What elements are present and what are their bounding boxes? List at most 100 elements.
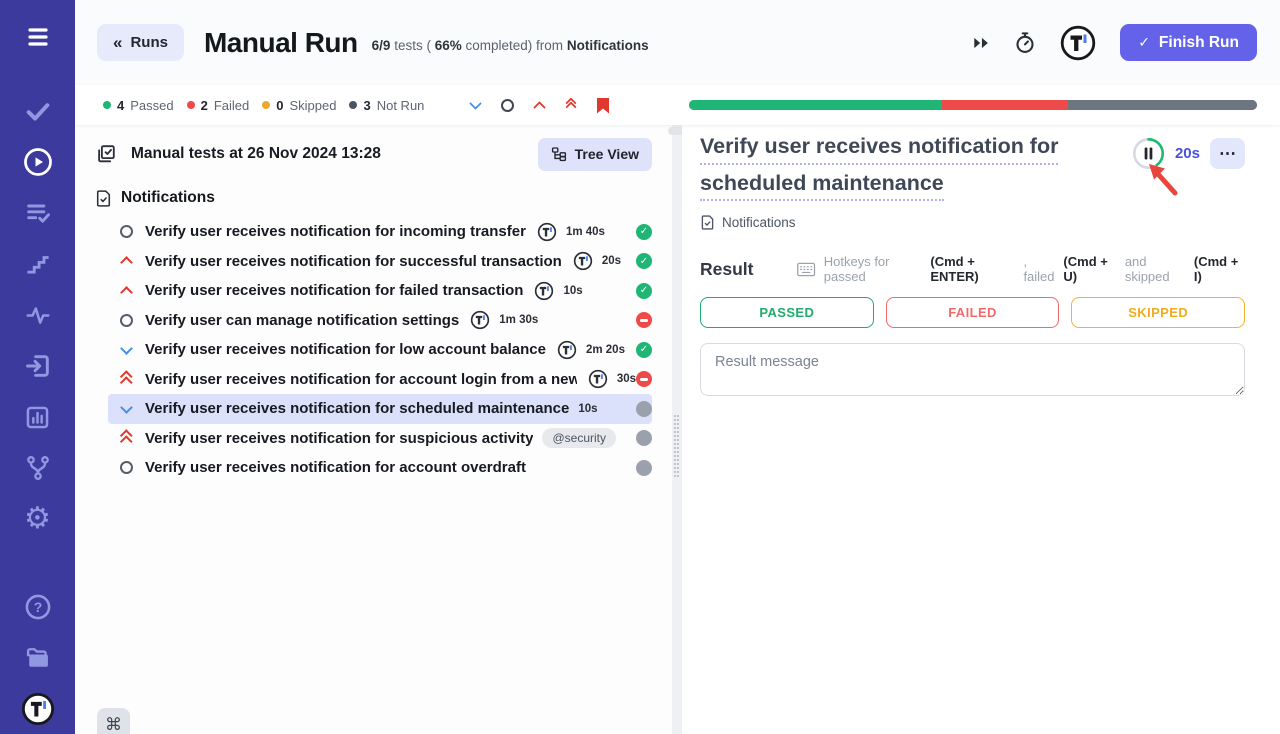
test-duration: 10s (563, 285, 582, 297)
result-buttons: PASSED FAILED SKIPPED (700, 297, 1245, 328)
main-area: « Runs Manual Run 6/9 tests ( 66% comple… (75, 0, 1280, 734)
hotkey-passed: (Cmd + ENTER) (930, 254, 1018, 284)
run-header: Manual tests at 26 Nov 2024 13:28 Tree V… (95, 131, 652, 177)
pause-timer-button[interactable] (1132, 137, 1165, 170)
help-icon[interactable]: ? (21, 590, 55, 624)
test-row-selected[interactable]: Verify user receives notification for sc… (108, 394, 652, 424)
priority-icon (119, 314, 134, 327)
svg-text:?: ? (33, 599, 42, 615)
priority-icon (119, 255, 134, 267)
app-root: ⚙ ? « Runs Manual Run 6/9 tests ( 66% (0, 0, 1280, 734)
detail-title-line1[interactable]: Verify user receives notification for (700, 133, 1058, 165)
filter-circle-icon[interactable] (499, 97, 515, 113)
priority-icon (119, 403, 134, 415)
list-check-icon[interactable] (21, 196, 55, 230)
log-in-icon[interactable] (21, 349, 55, 383)
page-title: Manual Run (204, 27, 358, 59)
test-run-icon (95, 143, 117, 165)
test-duration: 1m 30s (499, 314, 538, 326)
finish-run-label: Finish Run (1159, 34, 1239, 52)
progress-failed-segment (942, 100, 1068, 110)
steps-icon[interactable] (21, 247, 55, 281)
result-header-row: Result Hotkeys for passed (Cmd + ENTER) … (700, 254, 1245, 284)
test-title: Verify user receives notification for lo… (145, 341, 546, 358)
hotkey-failed: (Cmd + U) (1063, 254, 1119, 284)
test-title: Verify user receives notification for ac… (145, 371, 577, 388)
panel-resizer[interactable] (672, 125, 682, 734)
suite-notifications[interactable]: Notifications (95, 181, 652, 215)
fast-forward-icon[interactable] (973, 36, 990, 50)
priority-icon (119, 431, 134, 445)
back-to-runs-button[interactable]: « Runs (97, 24, 184, 61)
result-heading: Result (700, 259, 753, 280)
test-duration: 2m 20s (586, 344, 625, 356)
test-title: Verify user can manage notification sett… (145, 312, 459, 329)
test-row[interactable]: Verify user can manage notification sett… (108, 306, 652, 336)
test-status-icon (636, 371, 652, 387)
test-row[interactable]: Verify user receives notification for su… (108, 247, 652, 277)
folder-icon[interactable] (21, 641, 55, 675)
test-row[interactable]: Verify user receives notification for su… (108, 424, 652, 454)
test-duration: 30s (617, 373, 636, 385)
testomat-logo[interactable] (21, 692, 55, 726)
test-title: Verify user receives notification for fa… (145, 282, 523, 299)
filter-chevron-up-icon[interactable] (531, 97, 547, 113)
command-shortcut-button[interactable]: ⌘ (97, 708, 130, 734)
test-status-icon (636, 283, 652, 299)
status-bar: 4 Passed 2 Failed 0 Skipped 3 Not Run (75, 85, 1280, 125)
tree-view-button[interactable]: Tree View (538, 138, 652, 171)
detail-suite-breadcrumb[interactable]: Notifications (700, 214, 1245, 231)
filter-chevron-down-icon[interactable] (467, 97, 483, 113)
notrun-dot (349, 101, 357, 109)
bar-chart-icon[interactable] (21, 400, 55, 434)
suite-file-icon (95, 189, 112, 208)
test-duration: 10s (578, 403, 597, 415)
skipped-button[interactable]: SKIPPED (1071, 297, 1245, 328)
detail-title-line2[interactable]: scheduled maintenance (700, 170, 944, 202)
finish-run-button[interactable]: ✓ Finish Run (1120, 24, 1257, 61)
test-status-icon (636, 224, 652, 240)
testomat-badge-icon (470, 310, 490, 330)
test-row[interactable]: Verify user receives notification for in… (108, 217, 652, 247)
detail-test-title: Verify user receives notification for sc… (700, 133, 1058, 206)
tree-view-icon (551, 146, 567, 162)
filter-bookmark-icon[interactable] (595, 97, 611, 113)
progress-notrun-segment (1068, 100, 1257, 110)
test-row[interactable]: Verify user receives notification for fa… (108, 276, 652, 306)
menu-icon[interactable] (21, 20, 55, 54)
hotkeys-hint: Hotkeys for passed (Cmd + ENTER) , faile… (797, 254, 1245, 284)
test-detail-panel: Verify user receives notification for sc… (682, 125, 1280, 734)
priority-icon (119, 344, 134, 356)
gear-icon[interactable]: ⚙ (21, 502, 55, 536)
run-title: Manual tests at 26 Nov 2024 13:28 (131, 145, 381, 163)
test-row[interactable]: Verify user receives notification for lo… (108, 335, 652, 365)
sidebar: ⚙ ? (0, 0, 75, 734)
play-circle-icon[interactable] (21, 145, 55, 179)
test-row[interactable]: Verify user receives notification for ac… (108, 453, 652, 483)
check-icon: ✓ (1138, 34, 1150, 51)
test-list: Verify user receives notification for in… (95, 217, 652, 483)
testomat-logo-header[interactable] (1060, 25, 1096, 61)
git-branch-icon[interactable] (21, 451, 55, 485)
stopwatch-icon[interactable] (1014, 31, 1036, 55)
passed-button[interactable]: PASSED (700, 297, 874, 328)
failed-button[interactable]: FAILED (886, 297, 1060, 328)
result-message-input[interactable] (700, 343, 1245, 396)
activity-icon[interactable] (21, 298, 55, 332)
test-list-panel: Manual tests at 26 Nov 2024 13:28 Tree V… (75, 125, 672, 734)
filter-chevrons-up-icon[interactable] (563, 97, 579, 113)
testomat-badge-icon (573, 251, 593, 271)
check-icon[interactable] (21, 94, 55, 128)
progress-passed-segment (689, 100, 942, 110)
run-progress-bar (689, 100, 1257, 110)
pause-icon (1132, 137, 1165, 170)
suite-name: Notifications (121, 189, 215, 207)
stat-failed: 2 Failed (187, 98, 250, 113)
test-row[interactable]: Verify user receives notification for ac… (108, 365, 652, 395)
priority-icon (119, 225, 134, 238)
timer-value: 20s (1175, 145, 1200, 162)
run-progress-subtitle: 6/9 tests ( 66% completed) from Notifica… (372, 38, 649, 53)
more-options-button[interactable]: ⋯ (1210, 138, 1245, 169)
testomat-badge-icon (588, 369, 608, 389)
source-suite: Notifications (567, 38, 649, 53)
